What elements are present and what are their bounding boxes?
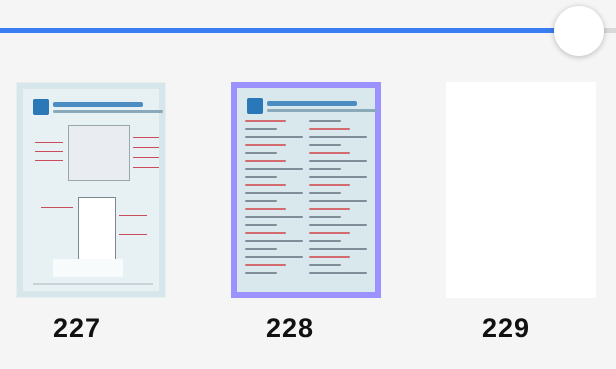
page-227-footer (33, 283, 153, 285)
page-228-content (237, 88, 377, 292)
page-thumbnail-228[interactable] (231, 82, 381, 298)
page-number-228: 228 (265, 313, 315, 343)
page-thumbnail-227[interactable] (16, 82, 166, 298)
page-228-right-list (309, 120, 367, 280)
page-227-content (23, 89, 163, 291)
page-228-left-list (245, 120, 303, 280)
page-227-note (53, 259, 123, 277)
page-227-figure (68, 125, 130, 181)
page-number-229: 229 (481, 313, 531, 343)
page-thumbnails: 227 228 229 (0, 0, 616, 369)
page-thumbnail-229[interactable] (446, 82, 596, 298)
photoshop-icon (33, 99, 49, 115)
page-227-panel-figure (78, 197, 116, 261)
page-227-title (33, 99, 163, 119)
photoshop-icon (247, 98, 263, 114)
page-228-title (247, 98, 377, 118)
page-number-227: 227 (52, 313, 102, 343)
